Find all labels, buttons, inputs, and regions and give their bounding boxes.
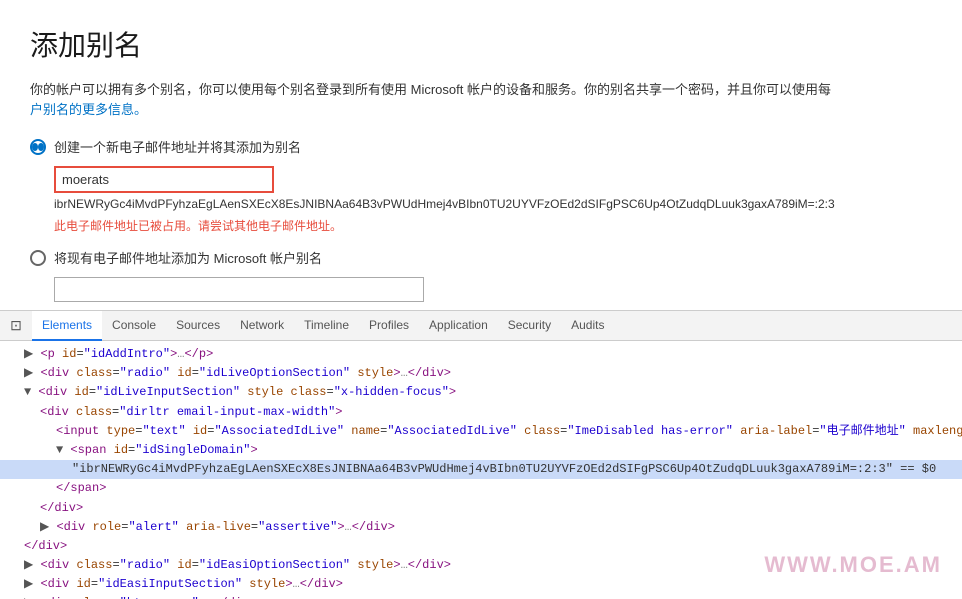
error-text: 此电子邮件地址已被占用。请尝试其他电子邮件地址。 [54,217,932,234]
option2-row: 将现有电子邮件地址添加为 Microsoft 帐户别名 [30,248,932,267]
tab-profiles[interactable]: Profiles [359,311,419,341]
code-line: ▶ <div role="alert" aria-live="assertive… [0,518,962,537]
radio-option1[interactable] [30,139,46,155]
description-link[interactable]: 户别名的更多信息。 [30,102,147,117]
code-line: ▶ <div id="idEasiInputSection" style>…</… [0,575,962,594]
code-line: ▶ <div class="radio" id="idLiveOptionSec… [0,364,962,383]
devtools-toggle-icon[interactable]: ⊡ [4,314,28,338]
tab-sources[interactable]: Sources [166,311,230,341]
email-new-input[interactable] [54,166,274,193]
domain-text: ibrNEWRyGc4iMvdPFyhzaEgLAenSXEcX8EsJNIBN… [54,197,932,211]
code-line: </span> [0,479,962,498]
tab-network[interactable]: Network [230,311,294,341]
code-line: </div> [0,537,962,556]
radio-option2[interactable] [30,250,46,266]
tab-timeline[interactable]: Timeline [294,311,359,341]
devtools-toolbar: ⊡ Elements Console Sources Network Timel… [0,311,962,341]
option1-input-group [30,166,932,197]
code-line: </div> [0,499,962,518]
content-area: 添加别名 你的帐户可以拥有多个别名，你可以使用每个别名登录到所有使用 Micro… [0,0,962,310]
devtools-panel: ⊡ Elements Console Sources Network Timel… [0,310,962,598]
code-line-highlighted: "ibrNEWRyGc4iMvdPFyhzaEgLAenSXEcX8EsJNIB… [0,460,962,479]
code-line: ▶ <p id="idAddIntro">…</p> [0,345,962,364]
description: 你的帐户可以拥有多个别名，你可以使用每个别名登录到所有使用 Microsoft … [30,80,932,119]
option1-row: 创建一个新电子邮件地址并将其添加为别名 [30,137,932,156]
code-line: ▼ <div id="idLiveInputSection" style cla… [0,383,962,402]
tab-security[interactable]: Security [498,311,561,341]
code-line: <div class="dirltr email-input-max-width… [0,403,962,422]
email-existing-input[interactable] [54,277,424,302]
option2-input-group [30,277,932,306]
code-line: ▶ <div class="btn-group">…</div> [0,594,962,599]
tab-application[interactable]: Application [419,311,498,341]
page-title: 添加别名 [30,24,932,64]
tab-elements[interactable]: Elements [32,311,102,341]
code-line: <input type="text" id="AssociatedIdLive"… [0,422,962,441]
code-line: ▼ <span id="idSingleDomain"> [0,441,962,460]
code-line: ▶ <div class="radio" id="idEasiOptionSec… [0,556,962,575]
tab-console[interactable]: Console [102,311,166,341]
option1-label: 创建一个新电子邮件地址并将其添加为别名 [54,137,301,156]
code-area[interactable]: ▶ <p id="idAddIntro">…</p> ▶ <div class=… [0,341,962,599]
option2-label: 将现有电子邮件地址添加为 Microsoft 帐户别名 [54,248,322,267]
tab-audits[interactable]: Audits [561,311,614,341]
